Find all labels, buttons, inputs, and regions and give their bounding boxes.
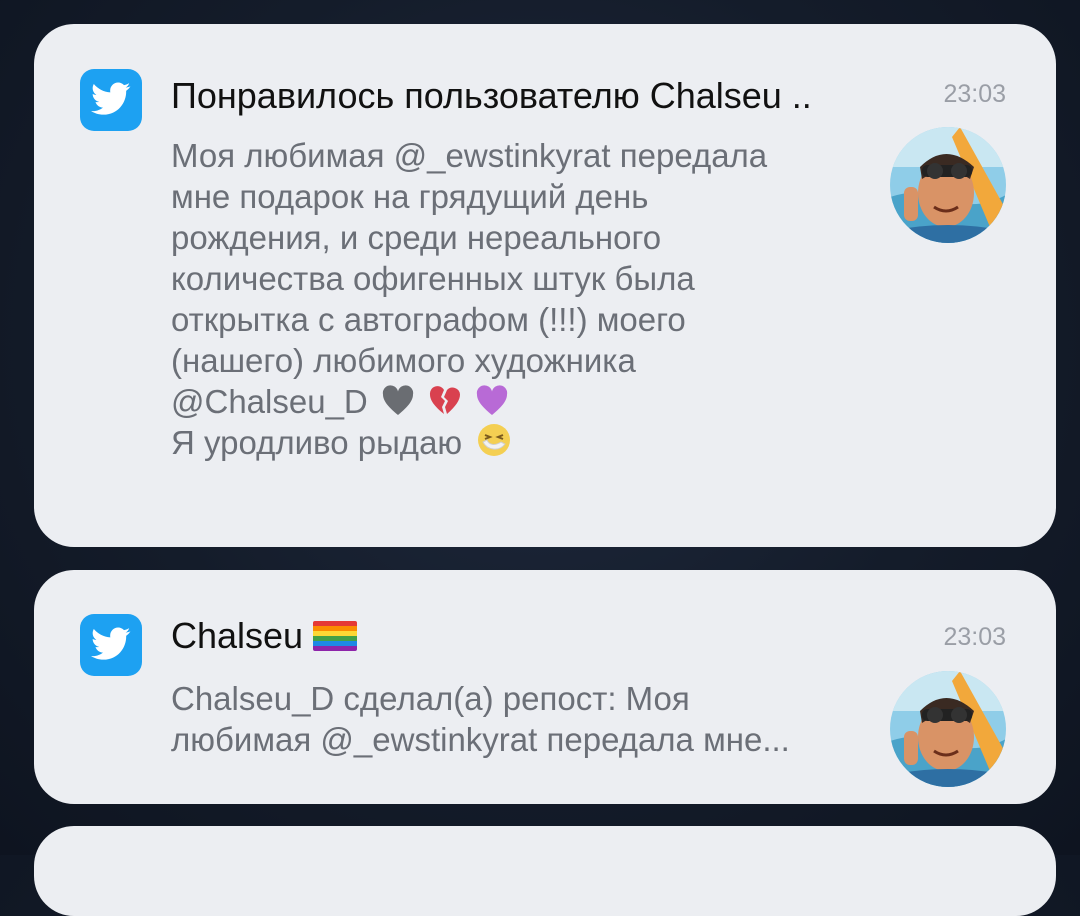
- mention-text: @Chalseu_D: [171, 383, 368, 420]
- avatar-illustrated-man: [890, 671, 1006, 787]
- notification-body: Моя любимая @_ewstinkyrat передала мне п…: [171, 135, 871, 463]
- notification-card[interactable]: Понравилось пользователю Chalseu .. 23:0…: [34, 24, 1056, 547]
- notification-card[interactable]: Chalseu 23:03 Chalseu_D сделал(а) репост…: [34, 570, 1056, 804]
- body-line: любимая @_ewstinkyrat передала мне...: [171, 721, 790, 758]
- notification-title: Понравилось пользователю Chalseu ..: [171, 75, 812, 116]
- notification-body: Chalseu_D сделал(а) репост: Моя любимая …: [171, 678, 871, 760]
- rainbow-flag-emoji: [313, 621, 358, 651]
- twitter-bird-icon: [80, 69, 142, 131]
- body-line: Chalseu_D сделал(а) репост: Моя: [171, 680, 690, 717]
- body-line-with-emoji: Я уродливо рыдаю: [171, 422, 871, 463]
- body-line: открытка с автографом (!!!) моего: [171, 301, 686, 338]
- twitter-bird-icon: [80, 614, 142, 676]
- body-line-with-emojis: @Chalseu_D: [171, 381, 871, 422]
- notification-title: Chalseu: [171, 615, 358, 656]
- body-line: рождения, и среди нереального: [171, 219, 662, 256]
- body-line: количества офигенных штук была: [171, 260, 695, 297]
- notification-card-partial[interactable]: [34, 826, 1056, 916]
- purple-heart-emoji: [477, 385, 508, 415]
- notification-time: 23:03: [943, 623, 1006, 651]
- body-line: Я уродливо рыдаю: [171, 424, 463, 461]
- body-line: мне подарок на грядущий день: [171, 178, 649, 215]
- notification-time: 23:03: [943, 80, 1006, 108]
- broken-heart-emoji: [430, 386, 461, 414]
- body-line: Моя любимая @_ewstinkyrat передала: [171, 137, 768, 174]
- sneezing-face-emoji: [478, 424, 511, 456]
- body-line: (нашего) любимого художника: [171, 342, 636, 379]
- black-heart-emoji: [382, 385, 414, 415]
- sender-name: Chalseu: [171, 615, 304, 656]
- avatar-illustrated-man: [890, 127, 1006, 243]
